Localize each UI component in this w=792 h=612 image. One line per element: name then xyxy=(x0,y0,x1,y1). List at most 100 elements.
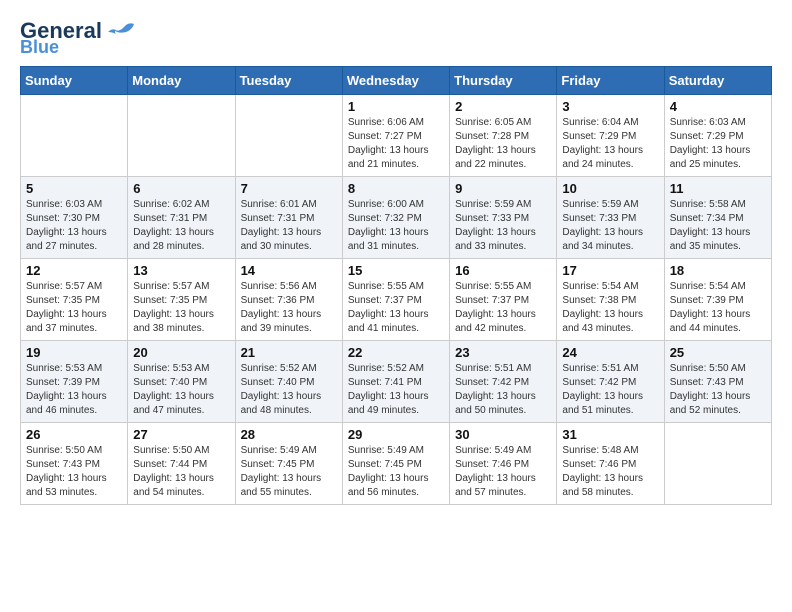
calendar-cell: 25 Sunrise: 5:50 AM Sunset: 7:43 PM Dayli… xyxy=(664,341,771,423)
day-number: 5 xyxy=(26,181,122,196)
day-info: Sunrise: 5:50 AM Sunset: 7:44 PM Dayligh… xyxy=(133,444,229,500)
calendar-cell: 19 Sunrise: 5:53 AM Sunset: 7:39 PM Dayli… xyxy=(21,341,128,423)
logo-bird-icon xyxy=(106,22,136,40)
calendar-cell xyxy=(21,95,128,177)
day-number: 15 xyxy=(348,263,444,278)
weekday-header-friday: Friday xyxy=(557,67,664,95)
weekday-header-wednesday: Wednesday xyxy=(342,67,449,95)
calendar-cell: 18Sunrise: 5:54 AM Sunset: 7:39 PM Dayli… xyxy=(664,259,771,341)
day-info: Sunrise: 5:48 AM Sunset: 7:46 PM Dayligh… xyxy=(562,444,658,500)
day-number: 13 xyxy=(133,263,229,278)
day-number: 16 xyxy=(455,263,551,278)
day-number: 10 xyxy=(562,181,658,196)
weekday-header-row: SundayMondayTuesdayWednesdayThursdayFrid… xyxy=(21,67,772,95)
calendar-week-row: 19 Sunrise: 5:53 AM Sunset: 7:39 PM Dayli… xyxy=(21,341,772,423)
day-number: 26 xyxy=(26,427,122,442)
day-info: Sunrise: 5:52 AM Sunset: 7:40 PM Dayligh… xyxy=(241,362,337,418)
day-info: Sunrise: 5:54 AM Sunset: 7:39 PM Dayligh… xyxy=(670,280,766,336)
calendar-week-row: 5 Sunrise: 6:03 AM Sunset: 7:30 PM Daylig… xyxy=(21,177,772,259)
logo-blue-text: Blue xyxy=(20,38,59,56)
calendar-cell: 5 Sunrise: 6:03 AM Sunset: 7:30 PM Daylig… xyxy=(21,177,128,259)
day-number: 30 xyxy=(455,427,551,442)
calendar-cell: 14Sunrise: 5:56 AM Sunset: 7:36 PM Dayli… xyxy=(235,259,342,341)
day-info: Sunrise: 6:00 AM Sunset: 7:32 PM Dayligh… xyxy=(348,198,444,254)
calendar-cell: 13Sunrise: 5:57 AM Sunset: 7:35 PM Dayli… xyxy=(128,259,235,341)
day-info: Sunrise: 5:54 AM Sunset: 7:38 PM Dayligh… xyxy=(562,280,658,336)
day-info: Sunrise: 5:52 AM Sunset: 7:41 PM Dayligh… xyxy=(348,362,444,418)
weekday-header-thursday: Thursday xyxy=(450,67,557,95)
calendar-cell xyxy=(128,95,235,177)
day-number: 12 xyxy=(26,263,122,278)
day-info: Sunrise: 5:59 AM Sunset: 7:33 PM Dayligh… xyxy=(562,198,658,254)
calendar-cell xyxy=(664,423,771,505)
calendar-cell: 6Sunrise: 6:02 AM Sunset: 7:31 PM Daylig… xyxy=(128,177,235,259)
day-info: Sunrise: 6:05 AM Sunset: 7:28 PM Dayligh… xyxy=(455,116,551,172)
calendar-cell: 24 Sunrise: 5:51 AM Sunset: 7:42 PM Dayli… xyxy=(557,341,664,423)
day-number: 24 xyxy=(562,345,658,360)
day-number: 29 xyxy=(348,427,444,442)
day-number: 1 xyxy=(348,99,444,114)
calendar-cell: 22 Sunrise: 5:52 AM Sunset: 7:41 PM Dayli… xyxy=(342,341,449,423)
calendar-cell: 8Sunrise: 6:00 AM Sunset: 7:32 PM Daylig… xyxy=(342,177,449,259)
day-number: 28 xyxy=(241,427,337,442)
calendar-cell: 21 Sunrise: 5:52 AM Sunset: 7:40 PM Dayli… xyxy=(235,341,342,423)
calendar-cell: 11 Sunrise: 5:58 AM Sunset: 7:34 PM Dayli… xyxy=(664,177,771,259)
day-number: 4 xyxy=(670,99,766,114)
day-info: Sunrise: 5:57 AM Sunset: 7:35 PM Dayligh… xyxy=(26,280,122,336)
calendar-cell: 28 Sunrise: 5:49 AM Sunset: 7:45 PM Dayli… xyxy=(235,423,342,505)
day-info: Sunrise: 5:59 AM Sunset: 7:33 PM Dayligh… xyxy=(455,198,551,254)
calendar-cell: 12 Sunrise: 5:57 AM Sunset: 7:35 PM Dayli… xyxy=(21,259,128,341)
calendar-table: SundayMondayTuesdayWednesdayThursdayFrid… xyxy=(20,66,772,505)
weekday-header-tuesday: Tuesday xyxy=(235,67,342,95)
calendar-cell: 23Sunrise: 5:51 AM Sunset: 7:42 PM Dayli… xyxy=(450,341,557,423)
day-info: Sunrise: 5:58 AM Sunset: 7:34 PM Dayligh… xyxy=(670,198,766,254)
calendar-cell: 3Sunrise: 6:04 AM Sunset: 7:29 PM Daylig… xyxy=(557,95,664,177)
day-info: Sunrise: 6:06 AM Sunset: 7:27 PM Dayligh… xyxy=(348,116,444,172)
weekday-header-saturday: Saturday xyxy=(664,67,771,95)
day-number: 2 xyxy=(455,99,551,114)
calendar-cell: 30Sunrise: 5:49 AM Sunset: 7:46 PM Dayli… xyxy=(450,423,557,505)
page-header: General Blue xyxy=(20,20,772,56)
day-number: 20 xyxy=(133,345,229,360)
day-info: Sunrise: 5:56 AM Sunset: 7:36 PM Dayligh… xyxy=(241,280,337,336)
day-info: Sunrise: 5:50 AM Sunset: 7:43 PM Dayligh… xyxy=(670,362,766,418)
calendar-cell: 31Sunrise: 5:48 AM Sunset: 7:46 PM Dayli… xyxy=(557,423,664,505)
calendar-cell: 1 Sunrise: 6:06 AM Sunset: 7:27 PM Daylig… xyxy=(342,95,449,177)
calendar-cell: 17 Sunrise: 5:54 AM Sunset: 7:38 PM Dayli… xyxy=(557,259,664,341)
day-number: 22 xyxy=(348,345,444,360)
calendar-cell: 10 Sunrise: 5:59 AM Sunset: 7:33 PM Dayli… xyxy=(557,177,664,259)
day-info: Sunrise: 5:53 AM Sunset: 7:39 PM Dayligh… xyxy=(26,362,122,418)
day-number: 6 xyxy=(133,181,229,196)
day-info: Sunrise: 5:49 AM Sunset: 7:45 PM Dayligh… xyxy=(241,444,337,500)
day-number: 3 xyxy=(562,99,658,114)
day-number: 11 xyxy=(670,181,766,196)
day-number: 27 xyxy=(133,427,229,442)
calendar-cell: 15Sunrise: 5:55 AM Sunset: 7:37 PM Dayli… xyxy=(342,259,449,341)
day-info: Sunrise: 5:51 AM Sunset: 7:42 PM Dayligh… xyxy=(562,362,658,418)
day-number: 25 xyxy=(670,345,766,360)
calendar-cell: 29 Sunrise: 5:49 AM Sunset: 7:45 PM Dayli… xyxy=(342,423,449,505)
day-info: Sunrise: 5:50 AM Sunset: 7:43 PM Dayligh… xyxy=(26,444,122,500)
calendar-cell: 9Sunrise: 5:59 AM Sunset: 7:33 PM Daylig… xyxy=(450,177,557,259)
calendar-cell: 16 Sunrise: 5:55 AM Sunset: 7:37 PM Dayli… xyxy=(450,259,557,341)
calendar-cell: 7Sunrise: 6:01 AM Sunset: 7:31 PM Daylig… xyxy=(235,177,342,259)
day-info: Sunrise: 6:03 AM Sunset: 7:29 PM Dayligh… xyxy=(670,116,766,172)
weekday-header-sunday: Sunday xyxy=(21,67,128,95)
weekday-header-monday: Monday xyxy=(128,67,235,95)
calendar-week-row: 26 Sunrise: 5:50 AM Sunset: 7:43 PM Dayli… xyxy=(21,423,772,505)
calendar-week-row: 12 Sunrise: 5:57 AM Sunset: 7:35 PM Dayli… xyxy=(21,259,772,341)
day-info: Sunrise: 5:53 AM Sunset: 7:40 PM Dayligh… xyxy=(133,362,229,418)
day-info: Sunrise: 5:55 AM Sunset: 7:37 PM Dayligh… xyxy=(455,280,551,336)
calendar-cell: 2 Sunrise: 6:05 AM Sunset: 7:28 PM Daylig… xyxy=(450,95,557,177)
day-info: Sunrise: 5:49 AM Sunset: 7:45 PM Dayligh… xyxy=(348,444,444,500)
logo: General Blue xyxy=(20,20,136,56)
day-info: Sunrise: 5:51 AM Sunset: 7:42 PM Dayligh… xyxy=(455,362,551,418)
calendar-cell: 20 Sunrise: 5:53 AM Sunset: 7:40 PM Dayli… xyxy=(128,341,235,423)
day-number: 17 xyxy=(562,263,658,278)
day-number: 19 xyxy=(26,345,122,360)
calendar-cell xyxy=(235,95,342,177)
calendar-week-row: 1 Sunrise: 6:06 AM Sunset: 7:27 PM Daylig… xyxy=(21,95,772,177)
day-number: 21 xyxy=(241,345,337,360)
day-info: Sunrise: 6:03 AM Sunset: 7:30 PM Dayligh… xyxy=(26,198,122,254)
day-info: Sunrise: 6:01 AM Sunset: 7:31 PM Dayligh… xyxy=(241,198,337,254)
